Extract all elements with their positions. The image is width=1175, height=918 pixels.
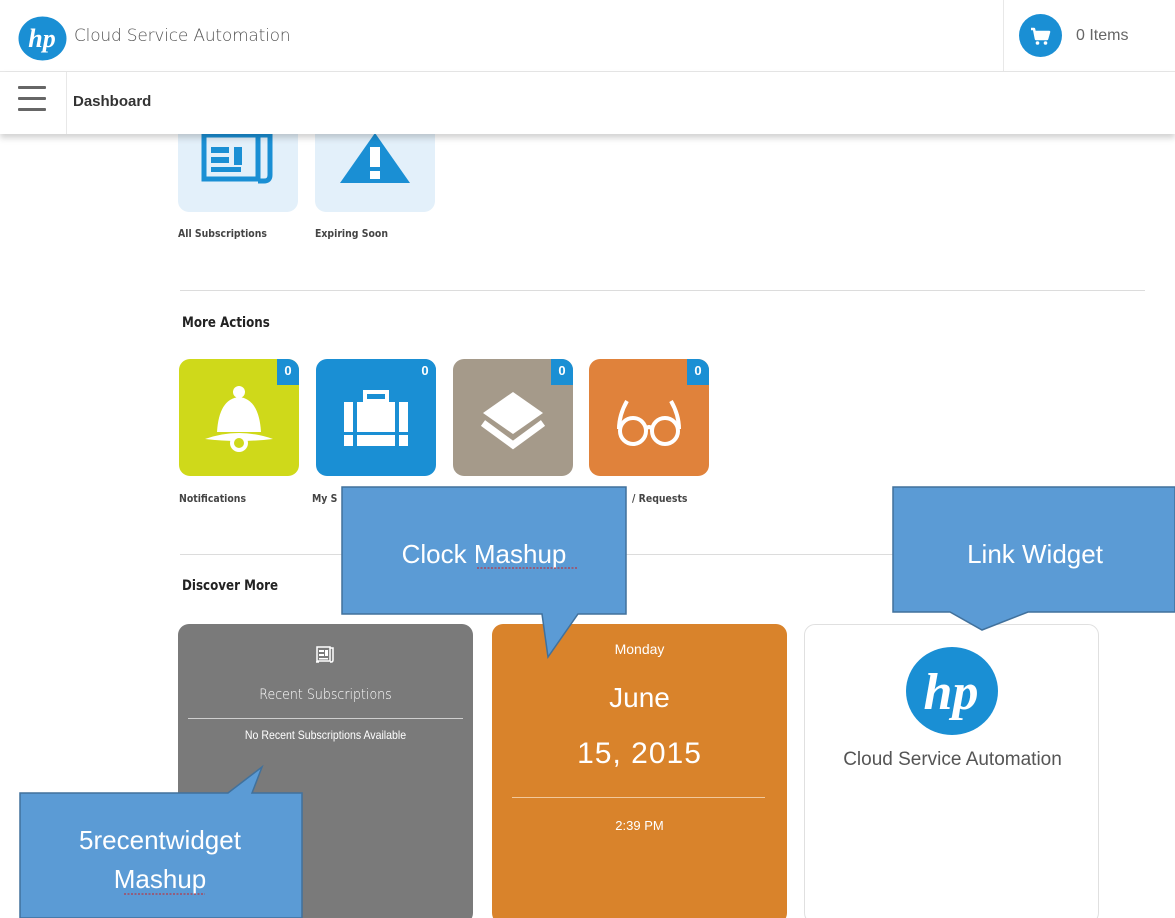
clock-mashup-callout: Clock Mashup — [341, 486, 627, 659]
recentwidget-callout-line2: Mashup — [114, 864, 207, 894]
link-widget-callout: Link Widget — [892, 486, 1175, 631]
clock-mashup-callout-text: Clock Mashup — [402, 539, 567, 569]
dashboard-page: hp Cloud Service Automation 0 Items Dash… — [0, 0, 1175, 918]
page-title: Dashboard — [73, 93, 152, 110]
hamburger-menu-icon[interactable] — [18, 86, 46, 116]
link-widget-callout-text: Link Widget — [967, 539, 1104, 569]
recentwidget-mashup-callout: 5recentwidget Mashup — [19, 764, 303, 918]
nav-divider — [66, 72, 67, 134]
callout-overlay: Clock Mashup Link Widget 5recentwidget M… — [19, 486, 1175, 918]
nav-bar: Dashboard — [0, 72, 1175, 134]
recentwidget-callout-line1: 5recentwidget — [79, 825, 242, 855]
